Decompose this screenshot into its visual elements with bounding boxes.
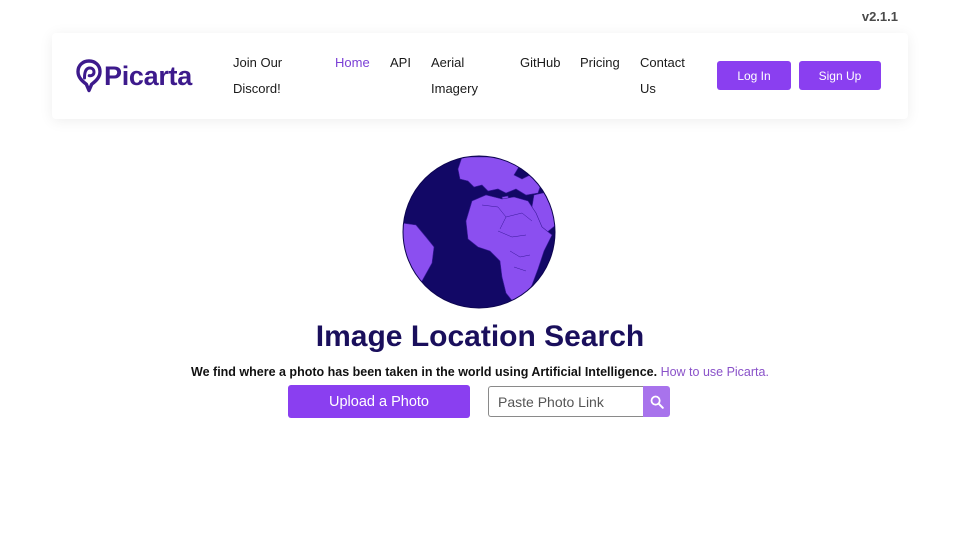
page-subtitle: We find where a photo has been taken in … bbox=[0, 365, 960, 379]
nav-aerial-line1: Aerial bbox=[431, 55, 465, 70]
nav-api-link[interactable]: API bbox=[390, 50, 411, 76]
signup-button[interactable]: Sign Up bbox=[799, 61, 881, 90]
nav-contact-link[interactable]: Contact Us bbox=[640, 50, 685, 102]
nav-aerial-imagery-link[interactable]: Aerial Imagery bbox=[431, 50, 478, 102]
logo-text: Picarta bbox=[104, 61, 192, 91]
nav-pricing-link[interactable]: Pricing bbox=[580, 50, 620, 76]
globe-illustration bbox=[402, 155, 556, 309]
logo-link[interactable]: Picarta bbox=[76, 59, 192, 93]
nav-home-link[interactable]: Home bbox=[335, 50, 370, 76]
search-icon bbox=[650, 395, 664, 409]
how-to-use-link[interactable]: How to use Picarta. bbox=[661, 365, 769, 379]
version-label: v2.1.1 bbox=[861, 9, 898, 24]
page-title: Image Location Search bbox=[315, 320, 645, 353]
globe-icon bbox=[402, 155, 556, 309]
page: v2.1.1 Picarta Join Our Discord! Home AP… bbox=[0, 0, 960, 540]
subtitle-text: We find where a photo has been taken in … bbox=[191, 365, 658, 379]
nav-discord-link[interactable]: Join Our Discord! bbox=[233, 50, 282, 102]
nav-github-link[interactable]: GitHub bbox=[520, 50, 560, 76]
top-navbar: Picarta Join Our Discord! Home API Aeria… bbox=[52, 33, 908, 119]
upload-photo-button[interactable]: Upload a Photo bbox=[288, 385, 470, 418]
map-pin-logo-icon bbox=[76, 59, 102, 93]
nav-discord-line2: Discord! bbox=[233, 81, 281, 96]
nav-contact-line1: Contact bbox=[640, 55, 685, 70]
nav-aerial-line2: Imagery bbox=[431, 81, 478, 96]
photo-link-input[interactable] bbox=[488, 386, 644, 417]
nav-contact-line2: Us bbox=[640, 81, 656, 96]
nav-discord-line1: Join Our bbox=[233, 55, 283, 70]
search-button[interactable] bbox=[643, 386, 670, 417]
login-button[interactable]: Log In bbox=[717, 61, 791, 90]
